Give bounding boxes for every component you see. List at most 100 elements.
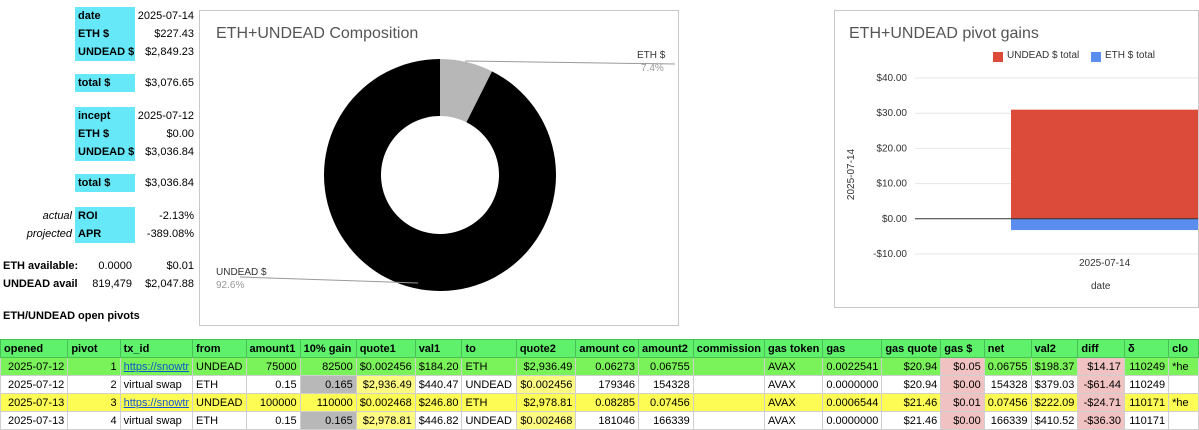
incept-eth-value[interactable]: $0.00 [135,125,197,143]
column-header[interactable]: tx_id [119,339,194,358]
column-header[interactable]: amount1 [245,339,301,358]
table-cell[interactable] [692,357,765,376]
table-cell[interactable]: 154328 [983,375,1032,394]
table-cell[interactable]: 100000 [245,393,301,412]
column-header[interactable]: amount2 [638,339,694,358]
table-cell[interactable]: $0.05 [940,357,985,376]
table-cell[interactable]: 0.165 [299,375,357,394]
table-cell[interactable]: $0.002468 [355,393,416,412]
column-header[interactable]: gas $ [940,339,985,358]
table-cell[interactable]: -$24.71 [1077,393,1125,412]
column-header[interactable]: gas [822,339,883,358]
table-cell[interactable]: https://snowtr [119,357,194,376]
table-cell[interactable]: 82500 [299,357,357,376]
table-cell[interactable]: $446.82 [414,411,463,430]
table-cell[interactable]: -$36.30 [1077,411,1125,430]
table-cell[interactable]: 0.0022541 [822,357,883,376]
table-cell[interactable]: ETH [192,411,247,430]
pivot-gains-chart[interactable]: ETH+UNDEAD pivot gains UNDEAD $ total ET… [834,10,1199,308]
table-cell[interactable]: 181046 [575,411,640,430]
table-cell[interactable]: 3 [67,393,121,412]
table-cell[interactable]: 166339 [638,411,694,430]
table-cell[interactable]: 2025-07-12 [0,357,69,376]
table-cell[interactable]: *he [1168,393,1199,412]
table-cell[interactable]: $2,936.49 [515,357,577,376]
total-value[interactable]: $3,076.65 [135,74,197,92]
incept-undead-value[interactable]: $3,036.84 [135,143,197,161]
table-cell[interactable]: 0.15 [245,411,301,430]
table-cell[interactable]: *he [1168,357,1199,376]
table-cell[interactable]: -$61.44 [1077,375,1125,394]
table-cell[interactable]: 1 [67,357,121,376]
column-header[interactable]: val2 [1030,339,1079,358]
table-cell[interactable]: 0.15 [245,375,301,394]
table-cell[interactable]: 110249 [1123,357,1170,376]
table-cell[interactable]: 0.06755 [983,357,1032,376]
column-header[interactable]: quote2 [515,339,577,358]
table-cell[interactable] [692,393,765,412]
table-cell[interactable]: $20.94 [881,375,942,394]
eth-value[interactable]: $227.43 [135,25,197,43]
table-cell[interactable]: $0.00 [940,411,985,430]
table-cell[interactable]: 0.08285 [575,393,640,412]
undead-available-value[interactable]: $2,047.88 [135,275,197,293]
table-cell[interactable]: $0.00 [940,375,985,394]
roi-value[interactable]: -2.13% [135,207,197,225]
column-header[interactable]: commission [692,339,765,358]
table-cell[interactable]: $21.46 [881,393,942,412]
table-cell[interactable]: AVAX [763,393,824,412]
column-header[interactable]: gas token [763,339,824,358]
incept-value[interactable]: 2025-07-12 [135,107,197,125]
apr-value[interactable]: -389.08% [135,225,197,243]
undead-available-amount[interactable]: 819,479 [78,275,135,293]
table-cell[interactable]: $0.002456 [355,357,416,376]
eth-available-amount[interactable]: 0.0000 [78,257,135,275]
table-cell[interactable] [692,375,765,394]
table-cell[interactable]: UNDEAD [461,411,517,430]
table-cell[interactable]: $2,978.81 [355,411,416,430]
table-cell[interactable]: $246.80 [414,393,463,412]
table-cell[interactable]: $0.002456 [515,375,577,394]
eth-available-value[interactable]: $0.01 [135,257,197,275]
column-header[interactable]: diff [1077,339,1125,358]
column-header[interactable]: to [461,339,517,358]
column-header[interactable]: δ [1123,339,1170,358]
column-header[interactable]: clo [1168,339,1199,358]
table-cell[interactable]: AVAX [763,357,824,376]
table-cell[interactable]: $20.94 [881,357,942,376]
table-cell[interactable]: 0.165 [299,411,357,430]
table-cell[interactable]: ETH [461,393,517,412]
table-cell[interactable]: $222.09 [1030,393,1079,412]
table-cell[interactable]: 0.07456 [638,393,694,412]
column-header[interactable]: amount co [575,339,640,358]
table-cell[interactable]: 110171 [1123,411,1170,430]
table-cell[interactable] [692,411,765,430]
table-cell[interactable]: 110000 [299,393,357,412]
table-cell[interactable]: UNDEAD [192,357,247,376]
table-cell[interactable]: $2,978.81 [515,393,577,412]
column-header[interactable]: gas quote [881,339,942,358]
table-cell[interactable]: 2 [67,375,121,394]
table-cell[interactable]: virtual swap [119,375,194,394]
table-cell[interactable]: 0.0000000 [822,375,883,394]
table-cell[interactable]: 110171 [1123,393,1170,412]
table-cell[interactable]: $0.01 [940,393,985,412]
table-cell[interactable]: 2025-07-13 [0,393,69,412]
column-header[interactable]: val1 [414,339,463,358]
column-header[interactable]: pivot [67,339,121,358]
column-header[interactable]: quote1 [355,339,416,358]
table-cell[interactable]: 0.06755 [638,357,694,376]
table-cell[interactable]: 2025-07-12 [0,375,69,394]
table-cell[interactable]: 166339 [983,411,1032,430]
table-cell[interactable]: 110249 [1123,375,1170,394]
table-cell[interactable]: 75000 [245,357,301,376]
table-cell[interactable]: AVAX [763,375,824,394]
table-cell[interactable]: ETH [461,357,517,376]
table-cell[interactable] [1168,411,1199,430]
incept-total-value[interactable]: $3,036.84 [135,174,197,192]
table-cell[interactable]: virtual swap [119,411,194,430]
table-cell[interactable]: AVAX [763,411,824,430]
table-cell[interactable] [1168,375,1199,394]
column-header[interactable]: opened [0,339,69,358]
table-cell[interactable]: $410.52 [1030,411,1079,430]
